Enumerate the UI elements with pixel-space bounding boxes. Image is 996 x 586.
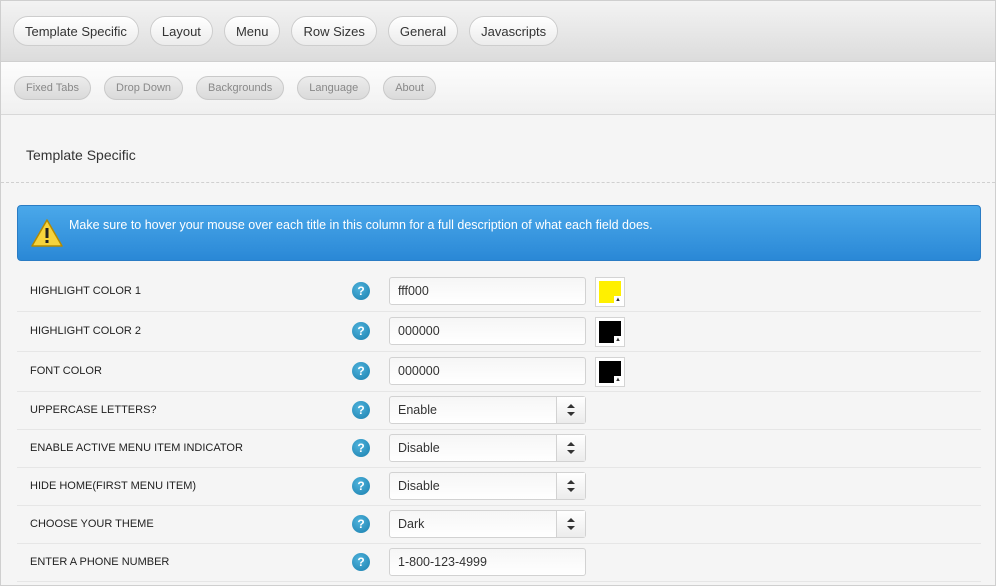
settings-rows: HIGHLIGHT COLOR 1? fff000 ▲ HIGHLIGHT COLOR…	[17, 272, 981, 582]
select-arrows-icon[interactable]	[556, 473, 585, 499]
swatch-color: ▲	[599, 281, 622, 304]
select-arrows-icon[interactable]	[556, 397, 585, 423]
color-swatch[interactable]: ▲	[595, 277, 625, 307]
field-value: Enable	[398, 403, 437, 417]
setting-row: UPPERCASE LETTERS?? Enable	[17, 392, 981, 430]
field-value: 1-800-123-4999	[398, 555, 487, 569]
swatch-arrow-icon: ▲	[614, 336, 622, 344]
select-arrows-icon[interactable]	[556, 435, 585, 461]
tab-fixed-tabs[interactable]: Fixed Tabs	[14, 76, 91, 100]
setting-label: HIGHLIGHT COLOR 2	[30, 325, 142, 337]
settings-panel: Template Specific Layout Menu Row Sizes …	[0, 0, 996, 586]
tab-about[interactable]: About	[383, 76, 436, 100]
setting-row: FONT COLOR? 000000 ▲	[17, 352, 981, 392]
tab-drop-down[interactable]: Drop Down	[104, 76, 184, 100]
setting-label: ENTER A PHONE NUMBER	[30, 556, 170, 568]
setting-label: HIGHLIGHT COLOR 1	[30, 285, 142, 297]
field-value: Disable	[398, 441, 440, 455]
tab-template-specific[interactable]: Template Specific	[13, 16, 139, 46]
setting-label: HIDE HOME(FIRST MENU ITEM)	[30, 480, 197, 492]
section-title: Template Specific	[1, 115, 995, 183]
swatch-color: ▲	[599, 361, 622, 384]
setting-row: HIGHLIGHT COLOR 1? fff000 ▲	[17, 272, 981, 312]
select-arrows-icon[interactable]	[556, 511, 585, 537]
notice-text: Make sure to hover your mouse over each …	[69, 218, 653, 232]
field-value: Dark	[398, 517, 425, 531]
setting-row: ENABLE ACTIVE MENU ITEM INDICATOR? Disabl…	[17, 430, 981, 468]
setting-label: ENABLE ACTIVE MENU ITEM INDICATOR	[30, 442, 243, 454]
help-icon[interactable]: ?	[352, 322, 370, 340]
swatch-arrow-icon: ▲	[614, 296, 622, 304]
help-icon[interactable]: ?	[352, 362, 370, 380]
setting-row: HIDE HOME(FIRST MENU ITEM)? Disable	[17, 468, 981, 506]
field-value: fff000	[398, 284, 429, 298]
help-icon[interactable]: ?	[352, 401, 370, 419]
text-input[interactable]: 1-800-123-4999	[389, 548, 586, 576]
color-input[interactable]: 000000	[389, 317, 586, 345]
color-swatch[interactable]: ▲	[595, 317, 625, 347]
field-value: 000000	[398, 364, 440, 378]
tab-general[interactable]: General	[387, 16, 459, 46]
tab-menu[interactable]: Menu	[223, 16, 281, 46]
info-notice: Make sure to hover your mouse over each …	[17, 205, 981, 261]
swatch-color: ▲	[599, 321, 622, 344]
help-icon[interactable]: ?	[352, 282, 370, 300]
main-tabs: Template Specific Layout Menu Row Sizes …	[1, 1, 995, 62]
field-value: 000000	[398, 324, 440, 338]
setting-row: CHOOSE YOUR THEME? Dark	[17, 506, 981, 544]
setting-row: ENTER A PHONE NUMBER? 1-800-123-4999	[17, 544, 981, 582]
field-value: Disable	[398, 479, 440, 493]
warning-icon	[31, 219, 63, 247]
setting-label: CHOOSE YOUR THEME	[30, 518, 154, 530]
color-input[interactable]: 000000	[389, 357, 586, 385]
help-icon[interactable]: ?	[352, 439, 370, 457]
help-icon[interactable]: ?	[352, 477, 370, 495]
setting-select[interactable]: Enable	[389, 396, 586, 424]
setting-select[interactable]: Disable	[389, 472, 586, 500]
setting-label: UPPERCASE LETTERS?	[30, 404, 157, 416]
setting-select[interactable]: Dark	[389, 510, 586, 538]
setting-label: FONT COLOR	[30, 365, 102, 377]
swatch-arrow-icon: ▲	[614, 376, 622, 384]
help-icon[interactable]: ?	[352, 515, 370, 533]
color-swatch[interactable]: ▲	[595, 357, 625, 387]
tab-row-sizes[interactable]: Row Sizes	[291, 16, 377, 46]
setting-select[interactable]: Disable	[389, 434, 586, 462]
help-icon[interactable]: ?	[352, 553, 370, 571]
tab-javascripts[interactable]: Javascripts	[469, 16, 559, 46]
tab-language[interactable]: Language	[297, 76, 371, 100]
tab-layout[interactable]: Layout	[149, 16, 213, 46]
tab-backgrounds[interactable]: Backgrounds	[196, 76, 285, 100]
sub-tabs: Fixed Tabs Drop Down Backgrounds Languag…	[1, 62, 995, 115]
color-input[interactable]: fff000	[389, 277, 586, 305]
setting-row: HIGHLIGHT COLOR 2? 000000 ▲	[17, 312, 981, 352]
